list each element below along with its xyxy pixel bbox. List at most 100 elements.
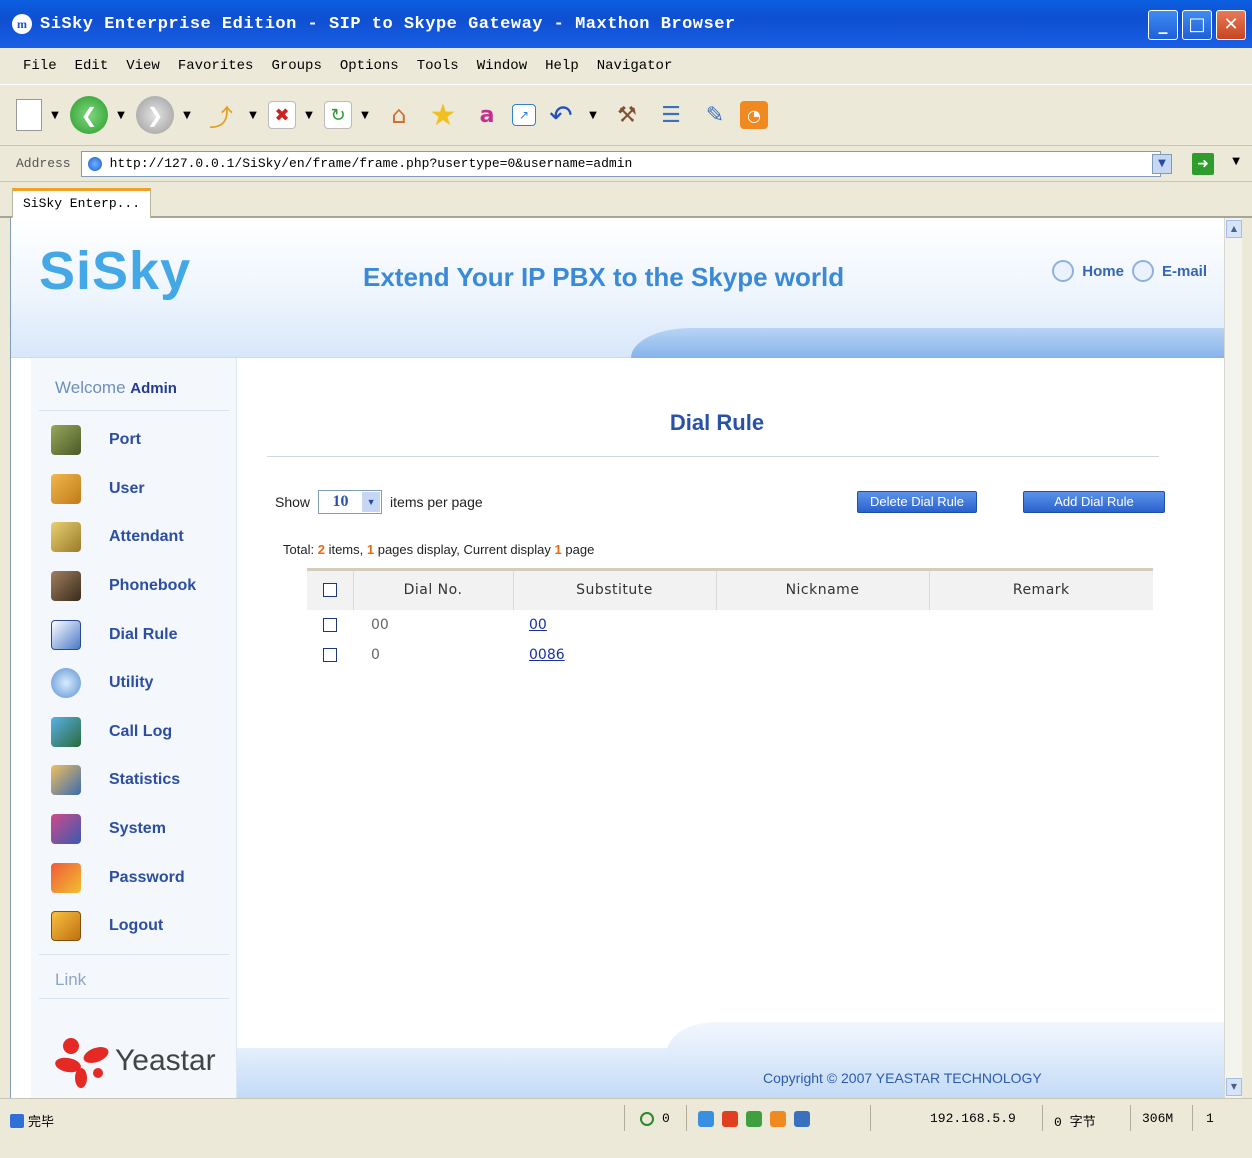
vertical-scrollbar[interactable]: ▲ ▼ <box>1224 218 1242 1098</box>
menu-file[interactable]: File <box>14 58 66 74</box>
chevron-down-icon[interactable]: ▼ <box>586 110 600 121</box>
chevron-down-icon[interactable]: ▼ <box>180 110 194 121</box>
table-row: 0 0086 <box>307 640 1153 670</box>
menu-edit[interactable]: Edit <box>66 58 118 74</box>
refresh-icon[interactable]: ↻ <box>324 101 352 129</box>
chevron-down-icon[interactable]: ▼ <box>48 110 62 121</box>
substitute-link[interactable]: 00 <box>513 610 716 640</box>
list-icon[interactable]: ☰ <box>652 96 690 134</box>
sidebar-item-system[interactable]: System <box>31 805 237 854</box>
home-link[interactable]: Home <box>1082 263 1124 280</box>
sidebar-item-phonebook[interactable]: Phonebook <box>31 562 237 611</box>
go-icon[interactable]: ➜ <box>1192 153 1214 175</box>
tools-icon[interactable]: ⚒ <box>608 96 646 134</box>
web-content: SiSky Extend Your IP PBX to the Skype wo… <box>10 218 1224 1098</box>
home-icon[interactable] <box>1052 260 1075 282</box>
header-links: Home E-mail <box>1052 260 1207 282</box>
restore-icon[interactable]: ↗ <box>512 104 536 126</box>
total-pages-count: 1 <box>366 542 375 557</box>
up-icon[interactable]: ⤴ <box>202 96 240 134</box>
menu-options[interactable]: Options <box>331 58 408 74</box>
chevron-down-icon[interactable]: ▼ <box>1232 156 1240 167</box>
skype-icon[interactable] <box>698 1111 714 1127</box>
url-dropdown-icon[interactable]: ▼ <box>1152 154 1172 174</box>
yeastar-logo[interactable]: Yeastar <box>53 1034 216 1088</box>
menu-groups[interactable]: Groups <box>262 58 330 74</box>
menu-window[interactable]: Window <box>468 58 536 74</box>
monitor-icon[interactable] <box>794 1111 810 1127</box>
scroll-down-icon[interactable]: ▼ <box>1226 1078 1242 1096</box>
undo-icon[interactable]: ↶ <box>542 96 580 134</box>
delete-dial-rule-button[interactable]: Delete Dial Rule <box>857 491 977 513</box>
total-summary: Total: 2 items, 1 pages display, Current… <box>283 542 594 557</box>
items-per-page-select[interactable]: 10 ▼ <box>318 490 383 514</box>
maximize-button[interactable]: □ <box>1182 10 1212 40</box>
edit-icon[interactable]: ✎ <box>696 96 734 134</box>
window-title: SiSky Enterprise Edition - SIP to Skype … <box>40 14 736 34</box>
close-button[interactable]: ✕ <box>1216 10 1246 40</box>
stop-icon[interactable]: ✖ <box>268 101 296 129</box>
email-icon[interactable] <box>1131 260 1154 282</box>
chevron-down-icon[interactable]: ▼ <box>302 110 316 121</box>
select-all-checkbox[interactable] <box>322 583 337 598</box>
header-wave-decoration <box>631 328 1224 358</box>
site-header: SiSky Extend Your IP PBX to the Skype wo… <box>11 218 1224 358</box>
url-input[interactable]: http://127.0.0.1/SiSky/en/frame/frame.ph… <box>80 150 1161 177</box>
dial-no-cell: 00 <box>371 616 389 633</box>
browser-toolbar: ▼ ❮ ▼ ❯ ▼ ⤴ ▼ ✖ ▼ ↻ ▼ ⌂ ★ a ↗ ↶ ▼ ⚒ ☰ ✎ … <box>0 84 1252 146</box>
minimize-button[interactable]: _ <box>1148 10 1178 40</box>
block-icon[interactable] <box>722 1111 738 1127</box>
call-log-icon <box>51 716 81 747</box>
yeastar-mark-icon <box>53 1034 113 1088</box>
sync-icon[interactable] <box>746 1111 762 1127</box>
page-title: Dial Rule <box>669 410 765 435</box>
divider <box>686 1105 687 1131</box>
password-icon <box>51 862 81 893</box>
popup-blocker-icon[interactable] <box>640 1111 654 1126</box>
chevron-down-icon[interactable]: ▼ <box>114 110 128 121</box>
sidebar-item-port[interactable]: Port <box>31 416 237 465</box>
sidebar-item-user[interactable]: User <box>31 465 237 514</box>
scroll-up-icon[interactable]: ▲ <box>1226 220 1242 238</box>
logout-icon <box>51 911 81 942</box>
sun-icon[interactable] <box>770 1111 786 1127</box>
favorites-star-icon[interactable]: ★ <box>424 96 462 134</box>
menu-view[interactable]: View <box>117 58 169 74</box>
statistics-icon <box>51 765 81 796</box>
translate-icon[interactable]: a <box>468 96 506 134</box>
row-checkbox[interactable] <box>323 617 337 632</box>
substitute-link[interactable]: 0086 <box>513 640 716 670</box>
row-checkbox[interactable] <box>323 647 337 662</box>
add-dial-rule-button[interactable]: Add Dial Rule <box>1023 491 1165 513</box>
menu-favorites[interactable]: Favorites <box>169 58 263 74</box>
home-icon[interactable]: ⌂ <box>380 96 418 134</box>
rss-icon[interactable]: ◔ <box>740 101 768 129</box>
sidebar-item-call-log[interactable]: Call Log <box>31 708 237 757</box>
sidebar-item-password[interactable]: Password <box>31 853 237 902</box>
sidebar-item-label: Password <box>109 868 185 886</box>
address-label: Address <box>16 156 71 171</box>
sidebar-item-logout[interactable]: Logout <box>31 902 237 951</box>
menu-navigator[interactable]: Navigator <box>588 58 682 74</box>
back-icon[interactable]: ❮ <box>70 96 108 134</box>
port-icon <box>51 425 81 456</box>
sidebar-item-label: Logout <box>109 917 164 935</box>
new-page-icon[interactable] <box>16 99 42 131</box>
select-all-cell <box>307 570 353 610</box>
tab-sisky[interactable]: SiSky Enterp... <box>12 188 152 218</box>
chevron-down-icon[interactable]: ▼ <box>358 110 372 121</box>
welcome-label: Welcome <box>55 378 126 397</box>
chevron-down-icon[interactable]: ▼ <box>246 110 260 121</box>
forward-icon[interactable]: ❯ <box>136 96 174 134</box>
link-header: Link <box>55 970 87 989</box>
divider <box>624 1105 625 1131</box>
items-per-page-label: items per page <box>390 494 483 510</box>
menu-help[interactable]: Help <box>536 58 588 74</box>
sidebar-item-dial-rule[interactable]: Dial Rule <box>31 610 237 659</box>
sidebar-item-attendant[interactable]: Attendant <box>31 513 237 562</box>
sidebar-item-statistics[interactable]: Statistics <box>31 756 237 805</box>
sidebar-item-utility[interactable]: Utility <box>31 659 237 708</box>
menu-tools[interactable]: Tools <box>408 58 468 74</box>
email-link[interactable]: E-mail <box>1162 263 1207 280</box>
divider <box>267 456 1159 457</box>
